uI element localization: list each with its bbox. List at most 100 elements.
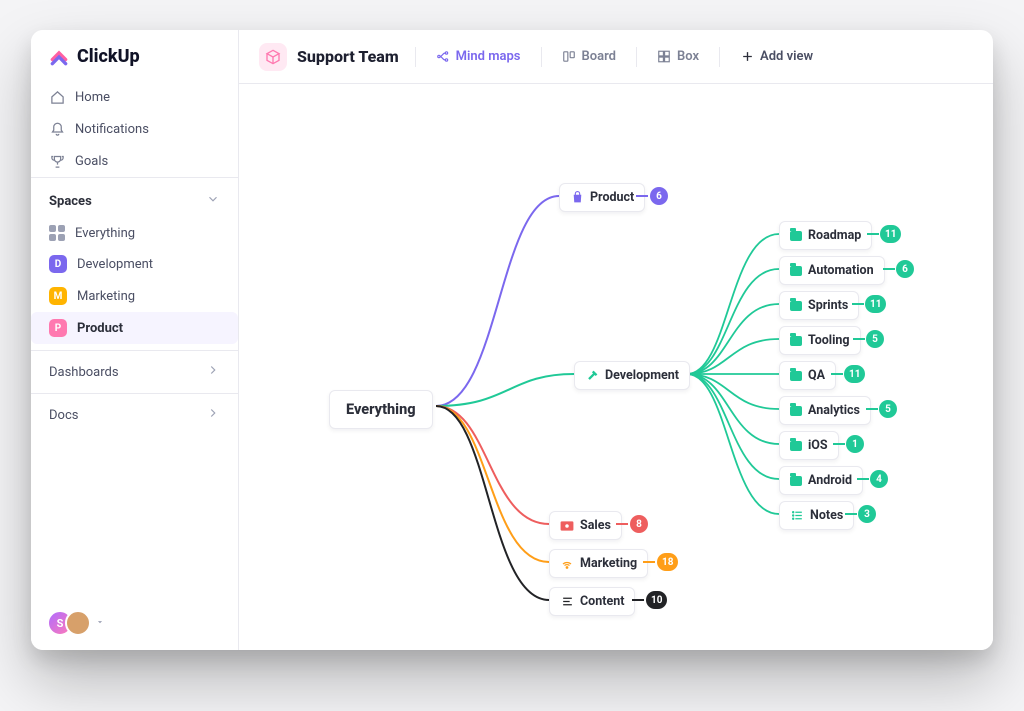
- view-tab-label: Board: [582, 49, 616, 64]
- sidebar: ClickUp Home Notifications Goals Spaces: [31, 30, 239, 650]
- space-item-marketing[interactable]: M Marketing: [31, 280, 238, 312]
- trophy-icon: [49, 153, 65, 169]
- node-label: Content: [580, 594, 624, 609]
- space-item-development[interactable]: D Development: [31, 248, 238, 280]
- connector-tick: [643, 561, 655, 563]
- node-label: Development: [605, 368, 679, 383]
- view-header: Support Team Mind maps Board: [239, 30, 993, 84]
- mindmap-canvas[interactable]: Everything Product 6 Development: [239, 84, 993, 650]
- sidebar-item-dashboards[interactable]: Dashboards: [31, 350, 238, 393]
- connector-tick: [632, 599, 644, 601]
- space-item-product[interactable]: P Product: [31, 312, 238, 344]
- sidebar-item-goals[interactable]: Goals: [31, 145, 238, 177]
- sidebar-item-label: Goals: [75, 154, 108, 169]
- space-badge: M: [49, 287, 67, 305]
- mindmap-node-marketing[interactable]: Marketing: [549, 549, 648, 578]
- node-label: Sprints: [808, 298, 848, 313]
- sidebar-item-notifications[interactable]: Notifications: [31, 113, 238, 145]
- mindmap-node-child[interactable]: Notes: [779, 501, 854, 530]
- divider: [415, 47, 416, 67]
- mindmap-node-child[interactable]: Automation: [779, 256, 885, 285]
- logo-icon: [49, 47, 69, 67]
- node-label: Sales: [580, 518, 611, 533]
- chevron-down-icon: [206, 192, 220, 210]
- sidebar-item-home[interactable]: Home: [31, 81, 238, 113]
- space-item-label: Development: [77, 257, 153, 272]
- node-count: 18: [657, 553, 678, 571]
- main-panel: Support Team Mind maps Board: [239, 30, 993, 650]
- add-view-button[interactable]: Add view: [730, 43, 823, 70]
- mindmap-node-development[interactable]: Development: [574, 361, 690, 390]
- user-avatars[interactable]: S: [31, 596, 238, 650]
- sidebar-item-docs[interactable]: Docs: [31, 393, 238, 436]
- space-item-everything[interactable]: Everything: [31, 218, 238, 248]
- wifi-icon: [560, 557, 574, 571]
- home-icon: [49, 89, 65, 105]
- connector-tick: [866, 408, 878, 410]
- spaces-header-label: Spaces: [49, 194, 92, 209]
- connector-tick: [831, 373, 843, 375]
- node-count: 1: [846, 435, 864, 453]
- space-badge: P: [49, 319, 67, 337]
- mindmap-node-product[interactable]: Product: [559, 183, 645, 212]
- mindmap-root[interactable]: Everything: [329, 390, 433, 429]
- divider: [719, 47, 720, 67]
- mindmap-node-child[interactable]: Android: [779, 466, 863, 495]
- spaces-section: Spaces Everything D Development M Market…: [31, 177, 238, 350]
- grid-icon: [49, 225, 65, 241]
- connector-tick: [853, 338, 865, 340]
- node-count: 6: [896, 260, 914, 278]
- spaces-header[interactable]: Spaces: [31, 188, 238, 218]
- space-title[interactable]: Support Team: [253, 39, 405, 75]
- space-item-label: Everything: [75, 226, 135, 241]
- node-count: 8: [630, 515, 648, 533]
- folder-icon: [790, 301, 802, 311]
- space-title-text: Support Team: [297, 47, 399, 66]
- divider: [541, 47, 542, 67]
- avatar[interactable]: [65, 610, 91, 636]
- view-tab-board[interactable]: Board: [552, 43, 626, 70]
- node-count: 10: [646, 591, 667, 609]
- view-tab-label: Box: [677, 49, 699, 64]
- chevron-right-icon: [206, 406, 220, 424]
- view-tab-box[interactable]: Box: [647, 43, 709, 70]
- mindmap-node-child[interactable]: Tooling: [779, 326, 861, 355]
- node-count: 11: [865, 295, 886, 313]
- list-icon: [790, 509, 804, 523]
- mindmap-node-child[interactable]: Roadmap: [779, 221, 872, 250]
- node-label: Marketing: [580, 556, 637, 571]
- mindmap-node-child[interactable]: Sprints: [779, 291, 859, 320]
- folder-icon: [790, 441, 802, 451]
- app-window: ClickUp Home Notifications Goals Spaces: [31, 30, 993, 650]
- text-icon: [560, 595, 574, 609]
- space-item-label: Marketing: [77, 289, 135, 304]
- folder-icon: [790, 476, 802, 486]
- space-item-label: Product: [77, 321, 123, 336]
- connector-tick: [845, 513, 857, 515]
- connector-tick: [867, 233, 879, 235]
- sidebar-item-label: Notifications: [75, 122, 149, 137]
- folder-icon: [790, 231, 802, 241]
- view-tab-mindmaps[interactable]: Mind maps: [426, 43, 531, 70]
- node-count: 5: [879, 400, 897, 418]
- cube-icon: [259, 43, 287, 71]
- chevron-down-icon: [95, 616, 105, 631]
- mindmap-node-child[interactable]: iOS: [779, 431, 839, 460]
- node-count: 11: [880, 225, 901, 243]
- app-logo[interactable]: ClickUp: [31, 30, 238, 81]
- mindmap-node-sales[interactable]: Sales: [549, 511, 622, 540]
- sidebar-item-label: Home: [75, 90, 110, 105]
- mindmap-node-content[interactable]: Content: [549, 587, 635, 616]
- folder-icon: [790, 371, 802, 381]
- node-label: Notes: [810, 508, 843, 523]
- mindmap-node-child[interactable]: Analytics: [779, 396, 871, 425]
- mindmap-node-child[interactable]: QA: [779, 361, 836, 390]
- folder-icon: [790, 336, 802, 346]
- add-view-label: Add view: [760, 49, 813, 64]
- node-label: Product: [590, 190, 634, 205]
- box-icon: [657, 50, 671, 64]
- node-count: 5: [866, 330, 884, 348]
- app-name: ClickUp: [77, 46, 140, 67]
- divider: [636, 47, 637, 67]
- view-tab-label: Mind maps: [456, 49, 521, 64]
